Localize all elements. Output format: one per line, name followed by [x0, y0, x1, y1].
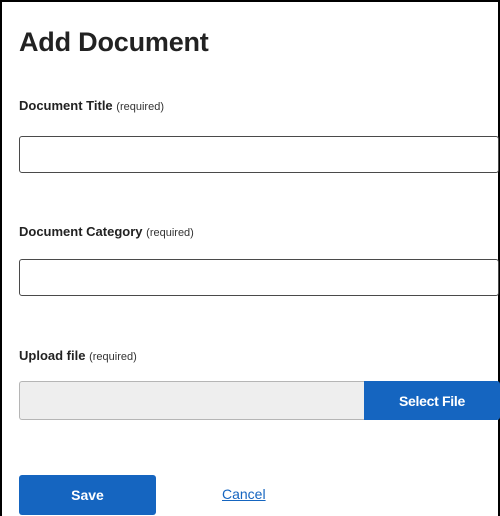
save-button[interactable]: Save [19, 475, 156, 515]
upload-file-label: Upload file (required) [19, 348, 137, 363]
required-note: (required) [116, 101, 164, 113]
document-title-label: Document Title (required) [19, 98, 164, 113]
page-title: Add Document [19, 27, 209, 57]
document-category-label-text: Document Category [19, 224, 143, 239]
add-document-panel: Add Document Document Title (required) D… [0, 0, 500, 516]
file-name-display[interactable] [19, 381, 364, 420]
document-title-label-text: Document Title [19, 98, 113, 113]
document-title-input[interactable] [19, 136, 499, 173]
document-category-input[interactable] [19, 259, 499, 296]
select-file-button[interactable]: Select File [364, 381, 500, 420]
required-note: (required) [89, 351, 137, 363]
cancel-link[interactable]: Cancel [222, 486, 266, 502]
required-note: (required) [146, 227, 194, 239]
upload-file-label-text: Upload file [19, 348, 86, 363]
document-category-label: Document Category (required) [19, 224, 194, 239]
